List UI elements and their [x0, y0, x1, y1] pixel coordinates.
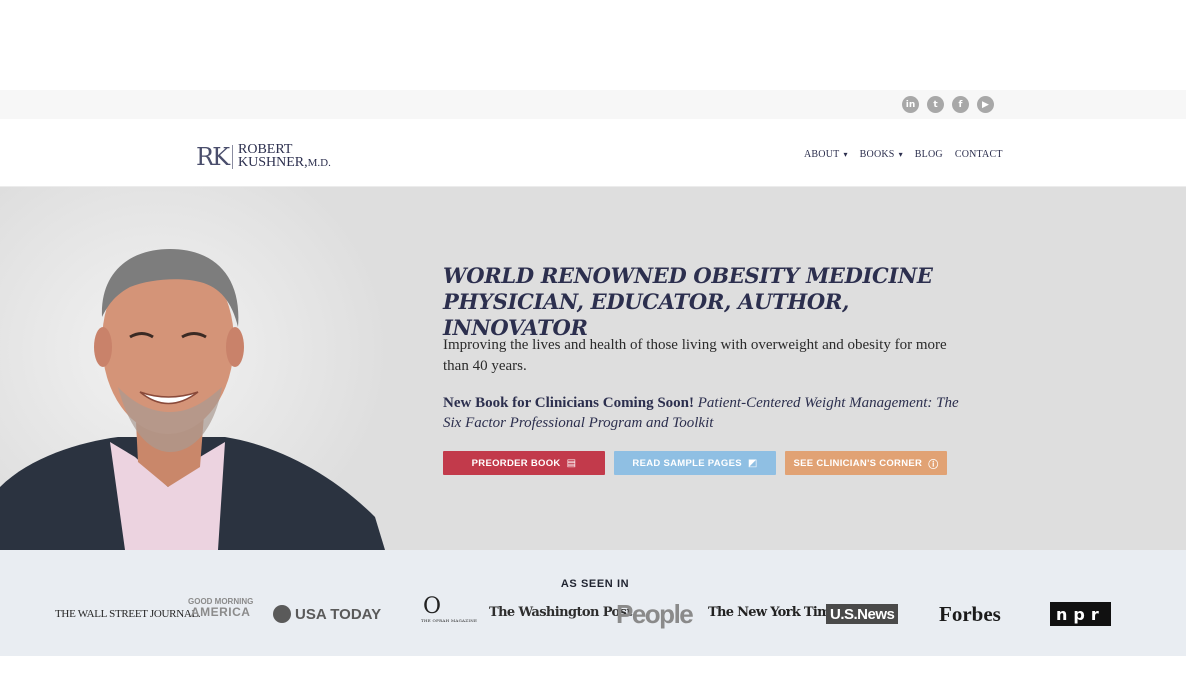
- site-logo[interactable]: RK ROBERT KUSHNER,M.D.: [196, 143, 331, 170]
- chevron-down-icon: ▾: [898, 150, 903, 159]
- hero-description: Improving the lives and health of those …: [443, 337, 947, 374]
- oprah-o: O: [422, 594, 442, 619]
- usa-today-text: USA TODAY: [295, 605, 382, 623]
- book-icon: ▤: [566, 457, 577, 469]
- wsj-logo: THE WALL STREET JOURNAL.: [55, 608, 201, 620]
- usa-today-dot-icon: [273, 605, 291, 623]
- nav-blog-label: BLOG: [914, 149, 943, 160]
- gma-logo-bottom: AMERICA: [190, 605, 251, 619]
- nav-contact-label: CONTACT: [954, 149, 1003, 160]
- press-logos: THE WALL STREET JOURNAL. GOOD MORNING AM…: [0, 594, 1186, 632]
- doctor-portrait: [0, 187, 390, 550]
- read-sample-pages-label: READ SAMPLE PAGES: [632, 457, 742, 469]
- page-footer-gap: [0, 656, 1186, 675]
- press-section: AS SEEN IN THE WALL STREET JOURNAL. GOOD…: [0, 550, 1186, 656]
- new-book-announcement: New Book for Clinicians Coming Soon! Pat…: [443, 393, 963, 433]
- new-book-prefix: New Book for Clinicians Coming Soon!: [443, 395, 695, 411]
- site-header: RK ROBERT KUSHNER,M.D. ABOUT ▾ BOOKS ▾ B…: [0, 119, 1186, 187]
- hero-title-line-1: WORLD RENOWNED OBESITY MEDICINE: [443, 263, 933, 288]
- logo-text: ROBERT KUSHNER,M.D.: [233, 143, 331, 170]
- nav-about[interactable]: ABOUT ▾: [804, 149, 848, 160]
- oprah-subtitle: THE OPRAH MAGAZINE: [421, 618, 478, 623]
- logo-line-2: KUSHNER,: [238, 155, 308, 170]
- preorder-book-button[interactable]: PREORDER BOOK ▤: [443, 451, 605, 475]
- social-icons: in t f ▶: [902, 96, 994, 113]
- info-icon: ⓘ: [928, 459, 939, 471]
- chevron-down-icon: ▾: [843, 150, 848, 159]
- people-logo: People: [616, 599, 694, 629]
- npr-logo: npr: [1050, 602, 1111, 626]
- usa-today-logo: USA TODAY: [273, 605, 381, 623]
- nav-books[interactable]: BOOKS ▾: [860, 149, 903, 160]
- youtube-icon[interactable]: ▶: [977, 96, 994, 113]
- hero-section: WORLD RENOWNED OBESITY MEDICINE PHYSICIA…: [0, 187, 1186, 550]
- as-seen-in-heading: AS SEEN IN: [560, 578, 630, 590]
- nav-contact[interactable]: CONTACT: [955, 149, 1003, 160]
- logo-monogram: RK: [196, 144, 233, 169]
- clinicians-corner-label: SEE CLINICIAN'S CORNER: [793, 457, 923, 469]
- nav-books-label: BOOKS: [859, 149, 895, 160]
- nav-blog[interactable]: BLOG: [915, 149, 943, 160]
- new-york-times-logo: The New York Times: [708, 605, 845, 620]
- clinicians-corner-button[interactable]: SEE CLINICIAN'S CORNER ⓘ: [785, 451, 947, 475]
- preorder-book-label: PREORDER BOOK: [471, 457, 561, 469]
- hero-title: WORLD RENOWNED OBESITY MEDICINE PHYSICIA…: [443, 263, 983, 341]
- hero-title-line-2: PHYSICIAN, EDUCATOR, AUTHOR, INNOVATOR: [443, 289, 850, 340]
- facebook-icon[interactable]: f: [952, 96, 969, 113]
- logo-suffix: M.D.: [307, 157, 331, 169]
- nav-about-label: ABOUT: [804, 149, 840, 160]
- main-nav: ABOUT ▾ BOOKS ▾ BLOG CONTACT: [804, 149, 1003, 160]
- linkedin-icon[interactable]: in: [902, 96, 919, 113]
- oprah-magazine-logo: O THE OPRAH MAGAZINE: [421, 594, 478, 624]
- gma-logo: GOOD MORNING AMERICA: [188, 598, 253, 619]
- twitter-icon[interactable]: t: [927, 96, 944, 113]
- open-book-icon: ◩: [747, 457, 758, 469]
- us-news-logo: U.S.News: [826, 604, 899, 624]
- forbes-logo: Forbes: [939, 602, 1001, 626]
- social-bar: in t f ▶: [0, 90, 1186, 119]
- washington-post-logo: The Washington Post: [489, 605, 632, 620]
- read-sample-pages-button[interactable]: READ SAMPLE PAGES ◩: [614, 451, 776, 475]
